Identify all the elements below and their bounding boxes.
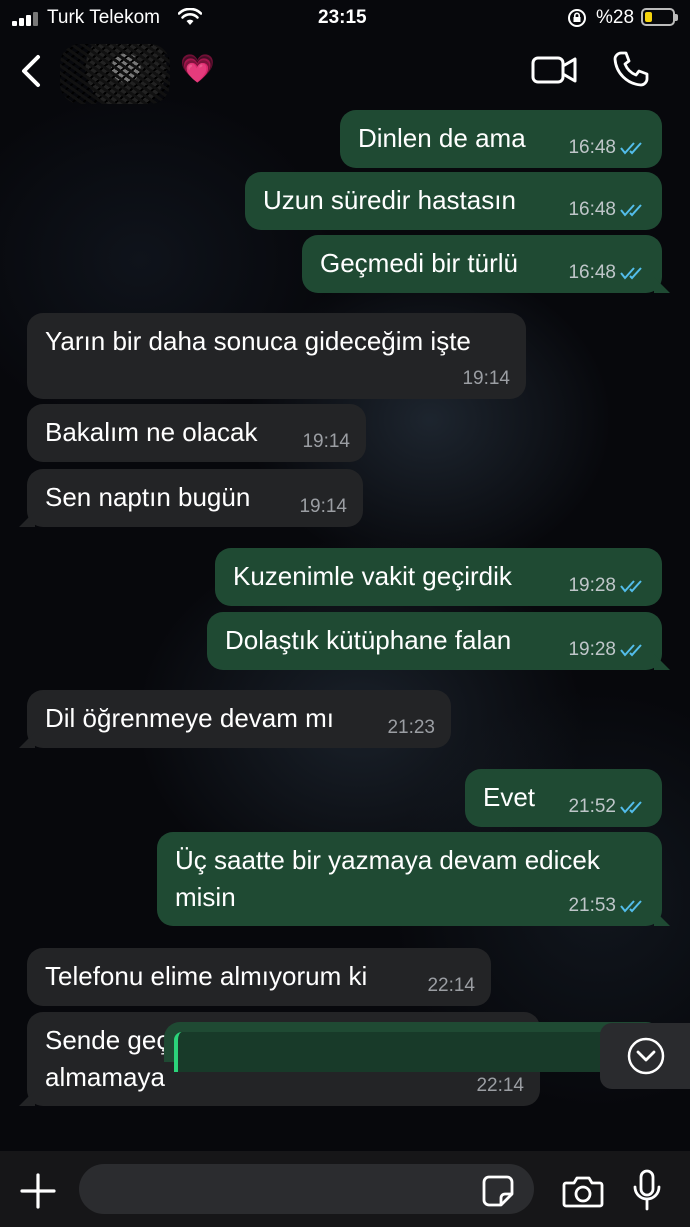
camera-icon[interactable] bbox=[562, 1173, 604, 1209]
contact-avatar[interactable] bbox=[60, 44, 170, 104]
status-clock: 23:15 bbox=[318, 7, 367, 28]
message-meta: 16:48 bbox=[568, 263, 646, 283]
scroll-to-bottom-button[interactable] bbox=[600, 1023, 690, 1089]
message-input[interactable] bbox=[79, 1164, 534, 1214]
double-check-icon bbox=[620, 644, 642, 657]
message-incoming[interactable]: Bakalım ne olacak 19:14 bbox=[27, 404, 366, 462]
double-check-icon bbox=[620, 267, 642, 280]
plus-icon[interactable] bbox=[20, 1173, 56, 1209]
message-text: Üç saatte bir yazmaya devam edicek misin bbox=[175, 845, 600, 912]
message-meta: 16:48 bbox=[568, 138, 646, 158]
status-bar: Turk Telekom 23:15 %28 bbox=[0, 0, 690, 36]
message-meta: 21:52 bbox=[568, 797, 646, 817]
voice-call-icon[interactable] bbox=[612, 50, 650, 88]
message-outgoing[interactable]: Üç saatte bir yazmaya devam edicek misin… bbox=[157, 832, 662, 926]
message-meta: 21:53 bbox=[568, 896, 646, 916]
double-check-icon bbox=[620, 801, 642, 814]
battery-icon bbox=[641, 8, 678, 26]
message-outgoing[interactable]: Dolaştık kütüphane falan 19:28 bbox=[207, 612, 662, 670]
chat-header: 💗 bbox=[0, 36, 690, 106]
message-time: 21:23 bbox=[387, 717, 435, 738]
message-outgoing-partial[interactable] bbox=[164, 1022, 662, 1072]
wifi-icon bbox=[178, 8, 202, 25]
carrier-name: Turk Telekom bbox=[47, 7, 160, 28]
message-text: Dolaştık kütüphane falan bbox=[225, 625, 512, 655]
message-composer bbox=[0, 1151, 690, 1227]
message-incoming[interactable]: Dil öğrenmeye devam mı 21:23 bbox=[27, 690, 451, 748]
cellular-signal-icon bbox=[12, 10, 42, 26]
contact-name-emoji[interactable]: 💗 bbox=[180, 52, 215, 85]
message-outgoing[interactable]: Dinlen de ama 16:48 bbox=[340, 110, 662, 168]
message-text: Yarın bir daha sonuca gideceğim işte bbox=[45, 326, 471, 356]
double-check-icon bbox=[620, 204, 642, 217]
chevron-down-circle-icon bbox=[627, 1037, 665, 1075]
message-time: 19:14 bbox=[302, 431, 350, 452]
message-text: Telefonu elime almıyorum ki bbox=[45, 961, 368, 991]
message-incoming[interactable]: Yarın bir daha sonuca gideceğim işte 19:… bbox=[27, 313, 526, 399]
double-check-icon bbox=[620, 900, 642, 913]
message-meta: 19:28 bbox=[568, 576, 646, 596]
message-text: Dinlen de ama bbox=[358, 123, 526, 153]
microphone-icon[interactable] bbox=[632, 1169, 662, 1211]
message-text: Uzun süredir hastasın bbox=[263, 185, 516, 215]
back-chevron-icon[interactable] bbox=[18, 54, 44, 88]
video-call-icon[interactable] bbox=[531, 54, 577, 86]
message-outgoing[interactable]: Uzun süredir hastasın 16:48 bbox=[245, 172, 662, 230]
message-text: Bakalım ne olacak bbox=[45, 417, 258, 447]
message-incoming[interactable]: Sen naptın bugün 19:14 bbox=[27, 469, 363, 527]
message-outgoing[interactable]: Kuzenimle vakit geçirdik 19:28 bbox=[215, 548, 662, 606]
message-meta: 16:48 bbox=[568, 200, 646, 220]
message-time: 22:14 bbox=[476, 1075, 524, 1096]
message-text: Evet bbox=[483, 782, 536, 812]
sticker-icon[interactable] bbox=[481, 1174, 515, 1208]
double-check-icon bbox=[620, 580, 642, 593]
message-time: 19:14 bbox=[462, 368, 510, 389]
battery-fill bbox=[645, 12, 652, 22]
rotation-lock-icon bbox=[568, 9, 586, 27]
double-check-icon bbox=[620, 142, 642, 155]
message-text: Dil öğrenmeye devam mı bbox=[45, 703, 334, 733]
message-meta: 19:28 bbox=[568, 640, 646, 660]
message-time: 22:14 bbox=[427, 975, 475, 996]
message-text: Sen naptın bugün bbox=[45, 482, 251, 512]
message-text: Kuzenimle vakit geçirdik bbox=[233, 561, 512, 591]
message-outgoing[interactable]: Evet 21:52 bbox=[465, 769, 662, 827]
message-list[interactable]: Dinlen de ama 16:48 Uzun süredir hastası… bbox=[0, 106, 690, 1151]
message-text: Geçmedi bir türlü bbox=[320, 248, 518, 278]
message-outgoing[interactable]: Geçmedi bir türlü 16:48 bbox=[302, 235, 662, 293]
battery-percent: %28 bbox=[596, 7, 635, 28]
message-incoming[interactable]: Telefonu elime almıyorum ki 22:14 bbox=[27, 948, 491, 1006]
message-time: 19:14 bbox=[299, 496, 347, 517]
